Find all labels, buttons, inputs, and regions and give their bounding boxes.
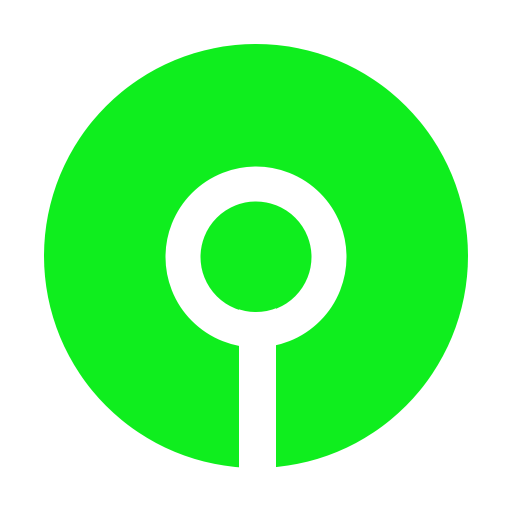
keyhole-center — [201, 202, 311, 312]
icon-canvas — [0, 0, 512, 512]
keyhole-logo-icon — [44, 44, 468, 472]
